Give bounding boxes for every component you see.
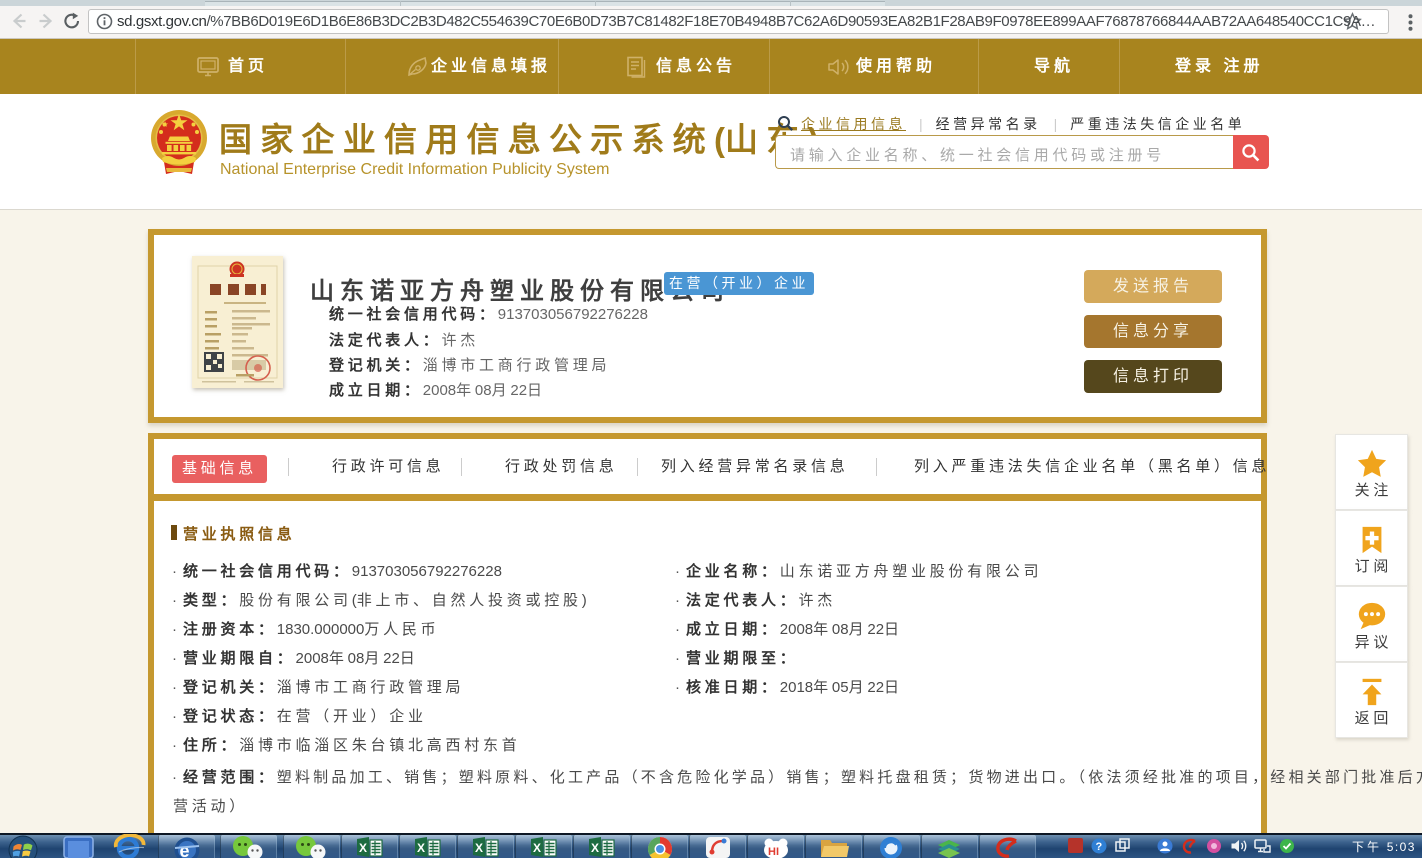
svg-text:X: X [533,841,541,855]
svg-text:?: ? [1096,841,1103,853]
svg-text:X: X [359,841,367,855]
svg-text:X: X [417,841,425,855]
svg-text:HI: HI [768,846,779,858]
svg-text:X: X [475,841,483,855]
svg-text:e: e [180,841,190,858]
svg-text:X: X [591,841,599,855]
